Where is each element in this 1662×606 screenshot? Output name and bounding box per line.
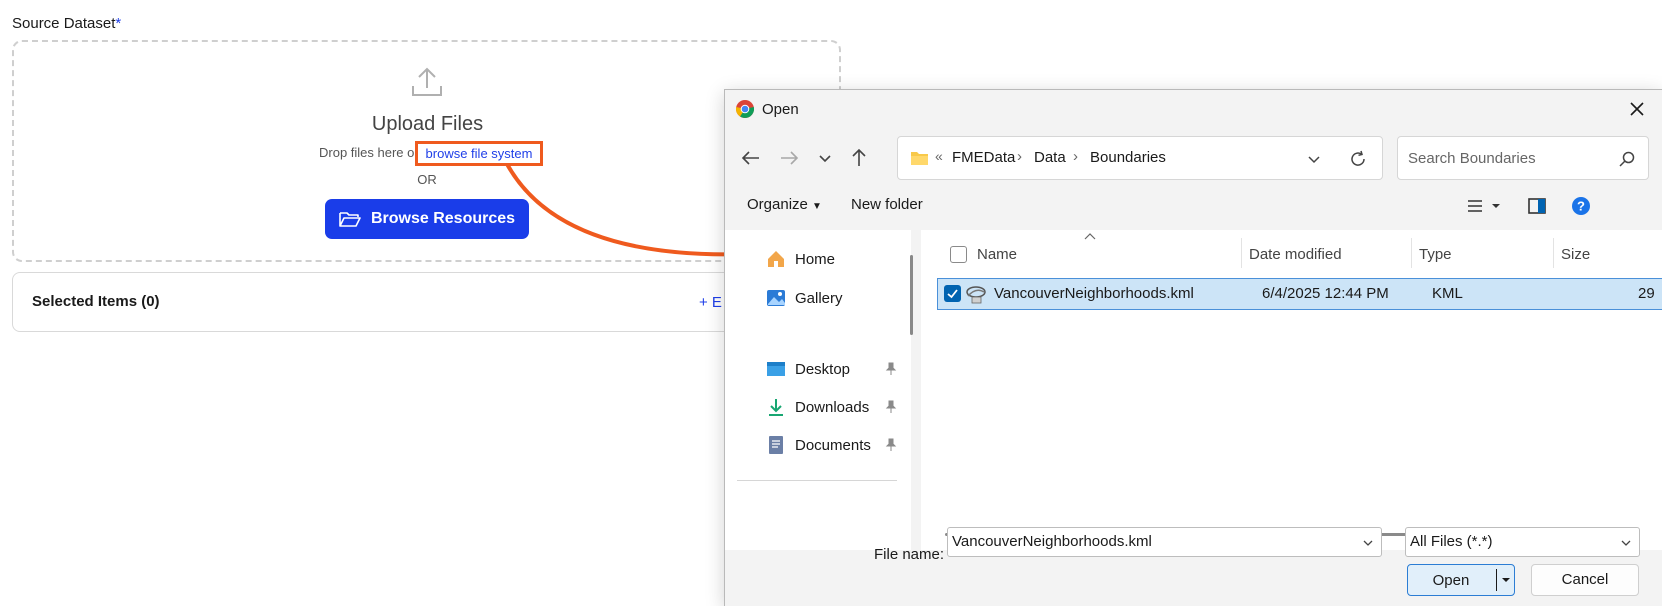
pin-icon [885, 438, 897, 451]
download-icon [769, 399, 783, 416]
column-separator[interactable] [1241, 238, 1242, 268]
forward-arrow-icon[interactable] [777, 146, 801, 170]
breadcrumb-separator: › [1073, 148, 1078, 165]
browse-resources-button[interactable]: Browse Resources [325, 199, 529, 239]
column-type[interactable]: Type [1419, 246, 1452, 263]
select-all-checkbox[interactable] [950, 246, 967, 263]
selected-items-title: Selected Items (0) [32, 293, 160, 310]
file-row[interactable]: VancouverNeighborhoods.kml 6/4/2025 12:4… [937, 278, 1662, 310]
column-size[interactable]: Size [1561, 246, 1590, 263]
navigation-row: « FMEData › Data › Boundaries Search Bou… [725, 136, 1662, 180]
open-label: Open [1432, 572, 1470, 589]
chevron-down-icon[interactable] [1361, 536, 1375, 550]
view-list-icon[interactable] [1465, 196, 1485, 216]
file-list-pane: Name Date modified Type Size VancouverNe… [921, 230, 1662, 550]
open-file-dialog: Open « FMEData › Data › Boundaries Searc… [724, 89, 1662, 606]
nav-documents-label: Documents [795, 436, 871, 454]
file-name-value: VancouverNeighborhoods.kml [952, 533, 1152, 550]
chevron-down-icon[interactable] [1306, 151, 1322, 167]
browse-file-system-link[interactable]: browse file system [415, 141, 543, 166]
file-type-select[interactable]: All Files (*.*) [1405, 527, 1640, 557]
selected-items-panel: Selected Items (0) + E [12, 272, 841, 332]
row-checkbox[interactable] [944, 285, 961, 302]
file-name-cell: VancouverNeighborhoods.kml [994, 285, 1194, 302]
file-date-cell: 6/4/2025 12:44 PM [1262, 285, 1389, 302]
preview-pane-icon[interactable] [1527, 196, 1547, 216]
nav-desktop-label: Desktop [795, 360, 851, 378]
address-bar[interactable]: « FMEData › Data › Boundaries [897, 136, 1383, 180]
sort-ascending-icon [1084, 233, 1096, 240]
refresh-icon[interactable] [1348, 149, 1368, 169]
back-arrow-icon[interactable] [739, 146, 763, 170]
nav-divider [737, 480, 897, 481]
search-placeholder: Search Boundaries [1408, 150, 1536, 167]
file-name-input[interactable]: VancouverNeighborhoods.kml [947, 527, 1382, 557]
dialog-titlebar: Open [725, 90, 1662, 128]
file-size-cell: 29 [1638, 285, 1655, 302]
breadcrumb-boundaries[interactable]: Boundaries [1090, 149, 1166, 166]
dialog-toolbar: Organize ▼ New folder ? [725, 190, 1662, 222]
file-type-value: All Files (*.*) [1410, 533, 1493, 550]
view-options-chevron-icon[interactable] [1489, 196, 1503, 216]
split-divider [1496, 569, 1497, 591]
cancel-button[interactable]: Cancel [1531, 564, 1639, 596]
help-icon[interactable]: ? [1571, 196, 1591, 216]
column-separator[interactable] [1411, 238, 1412, 268]
chrome-icon [735, 100, 755, 119]
column-separator[interactable] [1553, 238, 1554, 268]
navigation-pane: Home Gallery Desktop Downloads Documents [725, 230, 911, 550]
folder-icon [911, 152, 928, 165]
svg-text:?: ? [1577, 199, 1585, 214]
search-input[interactable]: Search Boundaries [1397, 136, 1649, 180]
nav-scrollbar[interactable] [910, 255, 913, 335]
nav-downloads-label: Downloads [795, 398, 870, 416]
upload-files-title: Upload Files [371, 113, 484, 135]
pin-icon [885, 362, 897, 375]
chevron-down-icon [1621, 540, 1631, 546]
breadcrumb-separator: › [1017, 148, 1022, 165]
open-dropdown-icon[interactable] [1500, 574, 1512, 586]
nav-item-gallery[interactable]: Gallery [765, 285, 843, 311]
open-button[interactable]: Open [1407, 564, 1515, 596]
new-folder-button[interactable]: New folder [851, 196, 923, 213]
folder-open-icon [339, 212, 361, 227]
dialog-footer: File name: VancouverNeighborhoods.kml Al… [725, 527, 1662, 606]
nav-item-downloads[interactable]: Downloads [765, 394, 869, 420]
or-divider-text: OR [417, 172, 437, 187]
dialog-title: Open [762, 101, 799, 118]
source-dataset-text: Source Dataset [12, 15, 116, 32]
up-arrow-icon[interactable] [847, 146, 871, 170]
home-icon [768, 251, 784, 267]
desktop-icon [767, 362, 785, 376]
gallery-icon [767, 290, 785, 306]
source-dataset-label: Source Dataset* [12, 15, 121, 32]
nav-gallery-label: Gallery [795, 289, 843, 307]
kml-file-icon [966, 286, 986, 304]
search-icon [1619, 151, 1635, 167]
nav-item-home[interactable]: Home [765, 246, 835, 272]
pin-icon [885, 400, 897, 413]
file-type-cell: KML [1432, 285, 1463, 302]
checkmark-icon [947, 289, 958, 299]
column-date-modified[interactable]: Date modified [1249, 246, 1342, 263]
add-link[interactable]: + E [699, 294, 722, 311]
column-name[interactable]: Name [977, 246, 1017, 263]
file-name-label: File name: [874, 546, 945, 563]
browse-resources-label: Browse Resources [370, 210, 516, 227]
drop-files-text: Drop files here o [319, 145, 415, 160]
required-mark: * [115, 15, 122, 32]
close-icon[interactable] [1626, 98, 1648, 120]
organize-button[interactable]: Organize ▼ [747, 196, 822, 213]
nav-item-desktop[interactable]: Desktop [765, 356, 850, 382]
nav-item-documents[interactable]: Documents [765, 432, 871, 458]
organize-label: Organize [747, 196, 808, 213]
breadcrumb-fmedata[interactable]: FMEData [952, 149, 1015, 166]
nav-home-label: Home [795, 250, 836, 268]
documents-icon [769, 436, 783, 454]
breadcrumb-data[interactable]: Data [1034, 149, 1066, 166]
recent-locations-chevron-icon[interactable] [813, 146, 837, 170]
breadcrumb-overflow[interactable]: « [935, 148, 943, 164]
upload-icon [412, 67, 442, 96]
